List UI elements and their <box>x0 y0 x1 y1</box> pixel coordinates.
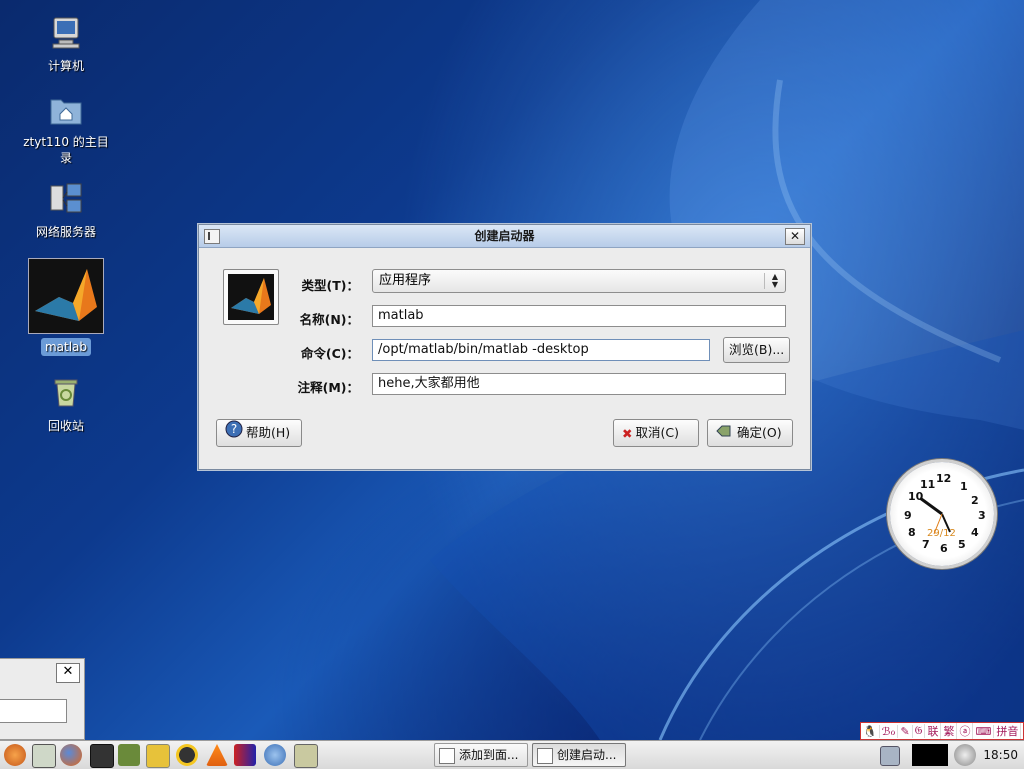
cancel-button-label: 取消(C) <box>635 425 679 440</box>
tray-item[interactable]: 繁 <box>941 723 958 739</box>
show-desktop-icon[interactable] <box>32 744 56 768</box>
tray-item[interactable]: ⓐ <box>957 723 974 739</box>
svg-text:?: ? <box>231 422 237 436</box>
desktop-icon-label: 回收站 <box>47 419 84 433</box>
desktop-icon-trash[interactable]: 回收站 <box>20 376 112 434</box>
firefox-icon[interactable] <box>60 744 82 766</box>
dialog-title: 创建启动器 <box>474 229 535 243</box>
cancel-button[interactable]: ✖ 取消(C) <box>613 419 699 447</box>
trash-icon <box>20 376 112 414</box>
tray-item[interactable]: 联 <box>925 723 942 739</box>
computer-icon <box>20 16 112 54</box>
close-button[interactable]: ✕ <box>785 228 805 245</box>
launcher-icon-button[interactable] <box>223 269 279 325</box>
monitor-icon[interactable] <box>294 744 318 768</box>
browse-button[interactable]: 浏览(B)... <box>723 337 791 363</box>
qq-icon[interactable] <box>176 744 198 766</box>
network-servers-icon <box>20 182 112 220</box>
partial-window-input[interactable] <box>0 699 67 723</box>
spin-arrows-icon: ▲ ▼ <box>764 273 781 289</box>
ok-button-label: 确定(O) <box>737 425 782 440</box>
ubuntu-menu-icon[interactable] <box>4 744 26 766</box>
window-menu-icon[interactable] <box>204 229 220 244</box>
help-icon: ? <box>225 420 243 447</box>
comment-input[interactable]: hehe,大家都用他 <box>372 373 786 395</box>
dictionary-icon[interactable] <box>118 744 140 766</box>
clock-hands <box>919 496 951 535</box>
type-label: 类型(T)： <box>301 278 359 293</box>
desktop-icon-computer[interactable]: 计算机 <box>20 16 112 74</box>
network-status-icon[interactable] <box>880 746 900 766</box>
taskbar: 添加到面... 创建启动... 18:50 <box>0 740 1024 769</box>
type-select-value: 应用程序 <box>379 273 432 288</box>
partial-window: ✕ <box>0 658 85 740</box>
taskbar-clock[interactable]: 18:50 <box>983 741 1018 769</box>
help-button-label: 帮助(H) <box>246 425 291 440</box>
command-label: 命令(C)： <box>300 346 359 361</box>
ok-icon <box>716 421 734 447</box>
taskbar-task-active[interactable]: 创建启动... <box>532 743 626 767</box>
matlab-icon <box>228 274 274 320</box>
tray-item[interactable]: ⌨ <box>973 724 995 738</box>
desktop-icon-matlab[interactable]: matlab <box>20 258 112 356</box>
tray-item[interactable]: ℬℴ <box>880 724 899 738</box>
vlc-icon[interactable] <box>206 744 228 766</box>
desktop-icon-home[interactable]: ztyt110 的主目录 <box>20 94 112 166</box>
dialog-titlebar[interactable]: 创建启动器 ✕ <box>199 225 810 248</box>
name-label: 名称(N)： <box>299 312 359 327</box>
comment-label: 注释(M)： <box>297 380 359 395</box>
desktop-icon-label: ztyt110 的主目录 <box>23 135 109 165</box>
close-button[interactable]: ✕ <box>56 663 80 683</box>
tray-item[interactable]: 🐧 <box>861 724 880 738</box>
bluefish-icon[interactable] <box>234 744 256 766</box>
desktop-icon-label: 计算机 <box>47 59 84 73</box>
tray-item[interactable]: 𝔊 <box>913 724 926 738</box>
ok-button[interactable]: 确定(O) <box>707 419 793 447</box>
matlab-icon <box>28 258 104 334</box>
analog-clock: 12 1 2 3 4 5 6 7 8 9 10 11 29/12 <box>890 462 994 566</box>
name-input[interactable]: matlab <box>372 305 786 327</box>
cancel-icon: ✖ <box>622 425 633 441</box>
taskbar-task-label: 创建启动... <box>557 748 617 762</box>
command-input[interactable]: /opt/matlab/bin/matlab -desktop <box>372 339 710 361</box>
window-icon <box>439 748 455 764</box>
type-select[interactable]: 应用程序 ▲ ▼ <box>372 269 786 293</box>
input-method-toolbar: 🐧 ℬℴ ✎ 𝔊 联 繁 ⓐ ⌨ 拼音 <box>860 722 1024 740</box>
terminal-icon[interactable] <box>90 744 114 768</box>
tray-item[interactable]: ✎ <box>898 724 913 738</box>
taskbar-task-label: 添加到面... <box>459 748 519 762</box>
desktop-icon-label: 网络服务器 <box>35 225 96 239</box>
home-folder-icon <box>20 94 112 130</box>
window-icon <box>537 748 553 764</box>
volume-icon[interactable] <box>954 744 976 766</box>
desktop-icon-label: matlab <box>40 338 92 356</box>
taskbar-task[interactable]: 添加到面... <box>434 743 528 767</box>
help-button[interactable]: ? 帮助(H) <box>216 419 302 447</box>
browser-icon[interactable] <box>264 744 286 766</box>
tray-item[interactable]: 拼音 <box>994 723 1022 739</box>
network-tool-icon[interactable] <box>146 744 170 768</box>
create-launcher-dialog: 创建启动器 ✕ 类型(T)： 应用程序 ▲ ▼ 名称(N)： matlab 命令(… <box>198 224 811 470</box>
desktop-icon-network[interactable]: 网络服务器 <box>20 182 112 240</box>
system-monitor-graph[interactable] <box>912 744 948 766</box>
